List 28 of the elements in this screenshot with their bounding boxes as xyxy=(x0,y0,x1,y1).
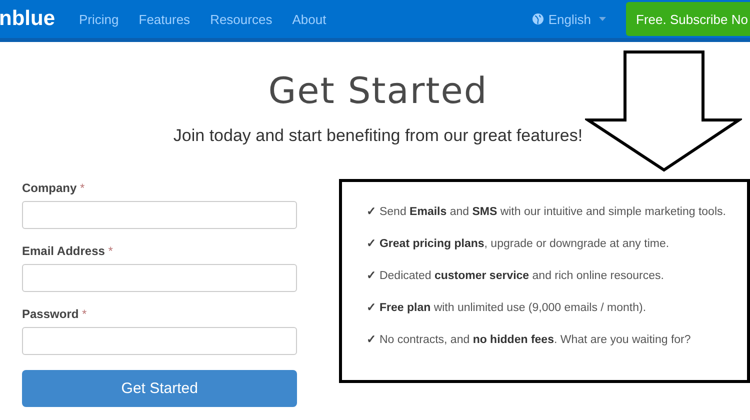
caret-icon xyxy=(599,17,606,21)
input-field[interactable] xyxy=(22,327,298,355)
globe-icon xyxy=(532,13,544,25)
feature-text: No contracts, and no hidden fees. What are you waiting for? xyxy=(379,334,691,346)
check-mark: ✓ xyxy=(366,238,376,250)
feature-text: Dedicated customer service and rich online resources. xyxy=(379,270,664,282)
page-subtitle: Join today and start benefiting from our great features! xyxy=(173,126,583,146)
check-mark: ✓ xyxy=(366,270,376,282)
feature-text: Free plan with unlimited use (9,000 emails / month). xyxy=(379,302,646,314)
nav-link[interactable]: About xyxy=(292,12,326,26)
input-field[interactable] xyxy=(22,201,298,229)
check-mark: ✓ xyxy=(366,334,376,346)
input-field[interactable] xyxy=(22,264,298,292)
feature-text: Great pricing plans, upgrade or downgrade at any time. xyxy=(379,238,670,250)
feature-text: Send Emails and SMS with our intuitive and simple marketing tools. xyxy=(379,206,726,218)
get-started-button[interactable]: Get Started xyxy=(22,370,298,407)
logo[interactable]: nblue xyxy=(0,7,55,31)
language-selector[interactable]: English xyxy=(548,12,591,26)
subscribe-button[interactable]: Free. Subscribe No xyxy=(626,2,750,36)
field-label: Email Address * xyxy=(22,244,114,258)
check-mark: ✓ xyxy=(366,206,376,218)
check-mark: ✓ xyxy=(366,302,376,314)
page-title: Get Started xyxy=(268,71,488,112)
field-label: Company * xyxy=(22,181,86,195)
field-label: Password * xyxy=(22,307,88,321)
nav-link[interactable]: Pricing xyxy=(79,12,119,26)
nav-link[interactable]: Resources xyxy=(210,12,272,26)
nav-link[interactable]: Features xyxy=(138,12,190,26)
